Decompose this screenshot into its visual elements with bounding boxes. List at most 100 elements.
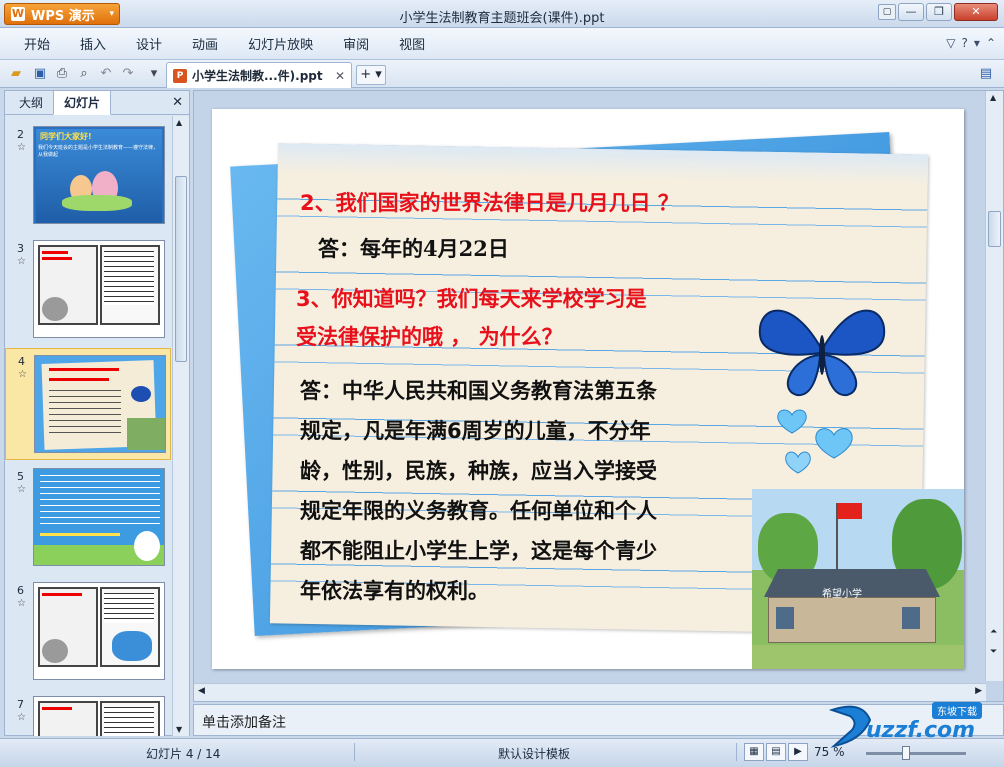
slide-scrollbar[interactable]: ▲ ⏶ ⏷ — [985, 91, 1003, 681]
slides-panel: 大纲 幻灯片 ✕ 2 ☆ 同学们大家好! 我们今天班会的主题是小学生法制教育——… — [4, 90, 190, 736]
answer-3-line: 规定年限的义务教育。任何单位和个人 — [300, 499, 657, 523]
menu-design[interactable]: 设计 — [122, 34, 178, 53]
slide-counter: 幻灯片 4 / 14 — [146, 747, 221, 761]
question-3-line-1: 3、你知道吗？我们每天来学校学习是 — [296, 287, 647, 311]
close-window-button[interactable]: ✕ — [954, 3, 998, 21]
scroll-up-icon[interactable]: ▲ — [176, 118, 182, 127]
window-switch-icon[interactable]: ▤ — [978, 66, 994, 82]
scrollbar-thumb[interactable] — [175, 176, 187, 362]
animation-star-icon: ☆ — [17, 598, 26, 609]
skin-icon[interactable]: ▽ — [946, 36, 955, 50]
slide-preview — [33, 468, 165, 566]
chevron-down-icon[interactable]: ▾ — [974, 36, 980, 50]
title-bar: W WPS 演示 ▾ 小学生法制教育主题班会(课件).ppt ▢ — ❐ ✕ — [0, 0, 1004, 28]
menu-home[interactable]: 开始 — [10, 34, 66, 53]
animation-star-icon: ☆ — [17, 256, 26, 267]
print-icon[interactable]: ⎙ — [54, 66, 70, 82]
new-tab-button[interactable]: + ▾ — [356, 65, 386, 85]
butterfly-icon — [758, 309, 886, 397]
answer-3-line: 龄，性别，民族，种族，应当入学接受 — [300, 459, 657, 483]
close-tab-icon[interactable]: ✕ — [335, 69, 345, 83]
animation-star-icon: ☆ — [17, 484, 26, 495]
slide-number: 5 — [17, 470, 24, 483]
window-title: 小学生法制教育主题班会(课件).ppt — [399, 11, 605, 26]
scroll-down-icon[interactable]: ▼ — [176, 725, 182, 734]
slide-thumbnail[interactable]: 7 ☆ — [5, 692, 171, 736]
watermark-text: uzzf.com — [866, 718, 976, 743]
animation-star-icon: ☆ — [18, 369, 27, 380]
horizontal-scrollbar[interactable]: ◀ ▶ — [194, 683, 986, 701]
document-tab-label: 小学生法制教...件).ppt — [192, 69, 323, 83]
notes-placeholder: 单击添加备注 — [202, 715, 286, 731]
animation-star-icon: ☆ — [17, 142, 26, 153]
site-watermark: 东坡下载 uzzf.com — [822, 700, 1000, 752]
previous-slide-icon[interactable]: ⏶ — [990, 627, 997, 637]
thumb-body: 我们今天班会的主题是小学生法制教育——遵守法律，从我做起 — [38, 145, 159, 158]
menu-slideshow[interactable]: 幻灯片放映 — [234, 34, 329, 53]
slide-preview — [33, 696, 165, 736]
ppt-file-icon: P — [173, 68, 187, 83]
redo-icon[interactable]: ↷ — [120, 66, 136, 82]
undo-icon[interactable]: ↶ — [98, 66, 114, 82]
zoom-slider[interactable] — [866, 752, 966, 755]
menu-insert[interactable]: 插入 — [66, 34, 122, 53]
window-layout-icon[interactable]: ▢ — [878, 4, 896, 20]
hearts-decoration-icon — [777, 409, 853, 474]
slide-preview — [33, 582, 165, 680]
slideshow-button[interactable]: ▶ — [788, 743, 808, 761]
close-panel-icon[interactable]: ✕ — [172, 95, 183, 110]
answer-3-line: 都不能阻止小学生上学，这是每个青少 — [300, 539, 657, 563]
slide-preview — [34, 355, 166, 453]
tab-slides[interactable]: 幻灯片 — [53, 90, 112, 115]
slide-preview — [33, 240, 165, 338]
slide-editor: 2、我们国家的世界法律日是几月几日 ？ 答：每年的4月22日 3、你知道吗？我们… — [193, 90, 1004, 702]
current-slide[interactable]: 2、我们国家的世界法律日是几月几日 ？ 答：每年的4月22日 3、你知道吗？我们… — [212, 109, 964, 669]
answer-3-line: 答：中华人民共和国义务教育法第五条 — [300, 379, 657, 403]
help-icon[interactable]: ? — [962, 36, 968, 50]
print-preview-icon[interactable]: ⌕ — [76, 66, 92, 82]
minimize-button[interactable]: — — [898, 3, 924, 21]
slide-number: 4 — [18, 355, 25, 368]
next-slide-icon[interactable]: ⏷ — [990, 647, 997, 657]
normal-view-button[interactable]: ▦ — [744, 743, 764, 761]
collapse-ribbon-icon[interactable]: ⌃ — [986, 36, 996, 50]
slide-number: 7 — [17, 698, 24, 711]
slide-preview: 同学们大家好! 我们今天班会的主题是小学生法制教育——遵守法律，从我做起 — [33, 126, 165, 224]
menu-bar: 开始 插入 设计 动画 幻灯片放映 审阅 视图 ▽ ? ▾ ⌃ — [0, 28, 1004, 60]
slide-thumbnail[interactable]: 3 ☆ — [5, 236, 171, 342]
slide-number: 2 — [17, 128, 24, 141]
thumbnails-scrollbar[interactable]: ▲ ▼ — [172, 116, 189, 736]
tab-outline[interactable]: 大纲 — [9, 91, 53, 114]
answer-3-line: 规定，凡是年满6周岁的儿童，不分年 — [300, 419, 651, 443]
answer-3-line: 年依法享有的权利。 — [300, 579, 489, 603]
save-icon[interactable]: ▣ — [32, 66, 48, 82]
school-picture: 希望小学 — [752, 489, 964, 669]
animation-star-icon: ☆ — [17, 712, 26, 723]
scroll-left-icon[interactable]: ◀ — [198, 686, 205, 696]
watermark-sub: 东坡下载 — [932, 702, 982, 719]
slide-thumbnail[interactable]: 6 ☆ — [5, 578, 171, 684]
slide-number: 6 — [17, 584, 24, 597]
slide-sorter-button[interactable]: ▤ — [766, 743, 786, 761]
slide-thumbnail-selected[interactable]: 4 ☆ — [5, 348, 171, 460]
maximize-button[interactable]: ❐ — [926, 3, 952, 21]
document-tab[interactable]: P 小学生法制教...件).ppt ✕ — [166, 62, 352, 88]
thumb-heading: 同学们大家好! — [40, 132, 92, 141]
slide-thumbnail[interactable]: 5 ☆ — [5, 464, 171, 570]
quick-access-toolbar: ▰ ▣ ⎙ ⌕ ↶ ↷ ▾ P 小学生法制教...件).ppt ✕ + ▾ ▤ — [0, 60, 1004, 88]
school-sign: 希望小学 — [822, 589, 862, 600]
question-2: 2、我们国家的世界法律日是几月几日 ？ — [300, 191, 679, 215]
menu-view[interactable]: 视图 — [385, 34, 441, 53]
slide-thumbnail[interactable]: 2 ☆ 同学们大家好! 我们今天班会的主题是小学生法制教育——遵守法律，从我做起 — [5, 122, 171, 228]
scroll-up-icon[interactable]: ▲ — [990, 93, 996, 102]
template-name: 默认设计模板 — [498, 747, 571, 761]
menu-animation[interactable]: 动画 — [178, 34, 234, 53]
scroll-right-icon[interactable]: ▶ — [975, 686, 982, 696]
menu-review[interactable]: 审阅 — [329, 34, 385, 53]
answer-2: 答：每年的4月22日 — [318, 236, 509, 261]
customize-toolbar-icon[interactable]: ▾ — [146, 66, 162, 82]
answer-3: 答：中华人民共和国义务教育法第五条 规定，凡是年满6周岁的儿童，不分年 龄，性别… — [300, 371, 657, 611]
scrollbar-thumb[interactable] — [988, 211, 1001, 247]
open-folder-icon[interactable]: ▰ — [8, 66, 24, 82]
slide-number: 3 — [17, 242, 24, 255]
